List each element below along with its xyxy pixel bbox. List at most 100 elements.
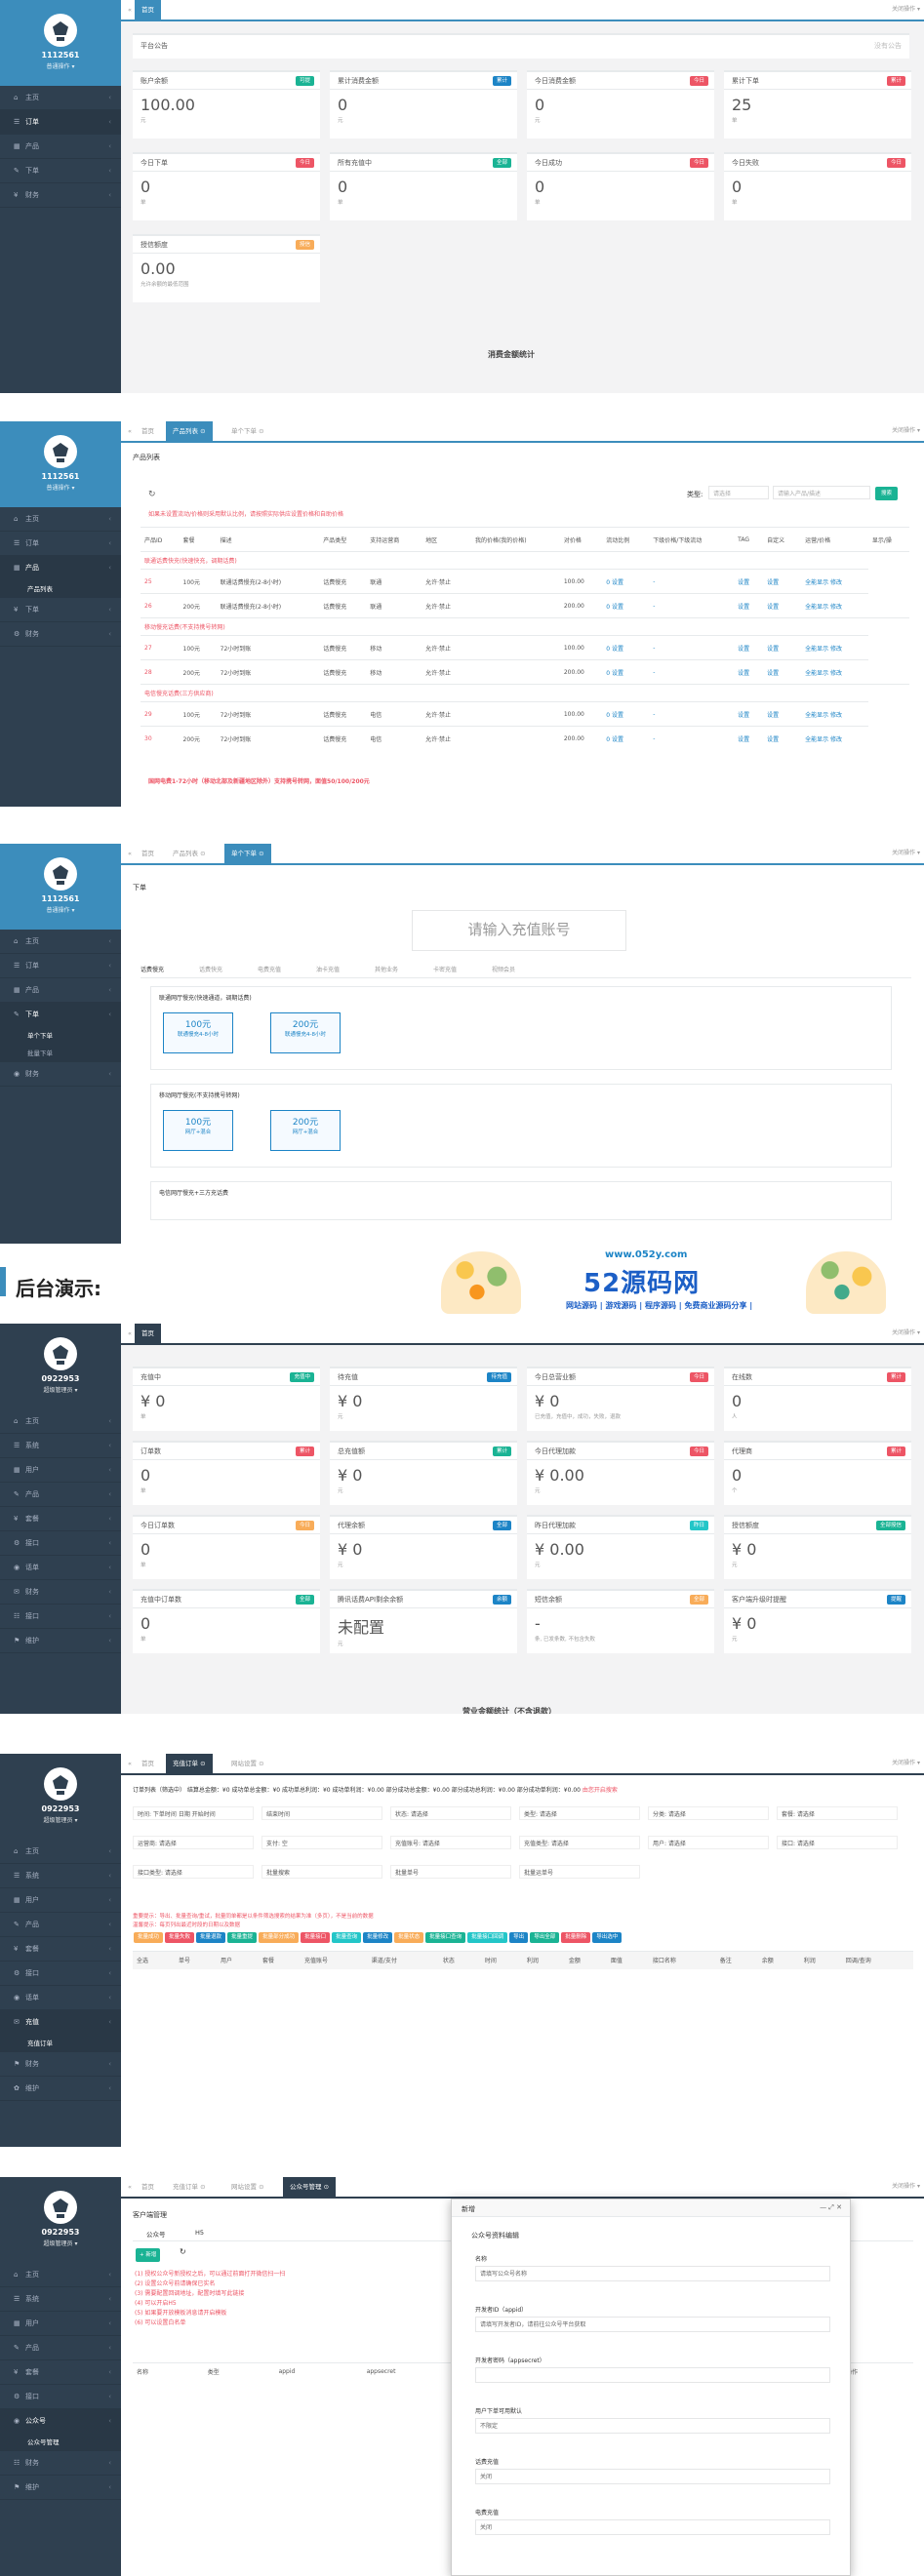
sidebar-item-9[interactable]: ⚑ 维护 ‹ [0,1629,121,1653]
tab-home[interactable]: 首页 [135,1324,161,1343]
table-cell[interactable]: 设置 [734,726,764,751]
filter-field[interactable]: 类型: 请选择 [519,1806,640,1820]
batch-button[interactable]: 批量失败 [165,1932,195,1943]
user-role-menu[interactable]: 超级管理员 ▾ [0,1385,121,1394]
table-cell[interactable]: 0 设置 [602,635,650,660]
filter-field[interactable]: 批量单号 [390,1865,511,1879]
close-tabs-menu[interactable]: 关闭操作 ▾ [892,0,920,20]
tab-0[interactable]: 首页 [135,844,161,863]
product-option[interactable]: 100元 网厅+混合 [163,1110,233,1151]
filter-field[interactable]: 运营商: 请选择 [133,1836,254,1849]
table-cell[interactable]: 全能显示 修改 [801,635,868,660]
sidebar-item-8[interactable]: 充值订单 [0,2035,121,2052]
table-cell[interactable]: 0 设置 [602,726,650,751]
user-role-menu[interactable]: 超级管理员 ▾ [0,2239,121,2247]
sidebar-item-3[interactable]: ✎ 下单 ‹ [0,1003,121,1027]
field-input[interactable]: 请填写开发者ID，请前往公众号平台获取 [475,2317,830,2332]
batch-button[interactable]: 批量重提 [227,1932,258,1943]
sidebar-item-1[interactable]: ☰ 系统 ‹ [0,1434,121,1458]
filter-field[interactable]: 充值类型: 请选择 [519,1836,640,1849]
sidebar-item-3[interactable]: 产品列表 [0,580,121,598]
batch-button[interactable]: 批量修改 [363,1932,393,1943]
batch-button[interactable]: 批量接口 [301,1932,331,1943]
sidebar-item-4[interactable]: ¥ 套餐 ‹ [0,2360,121,2385]
sidebar-item-2[interactable]: ▦ 产品 ‹ [0,978,121,1003]
close-tabs-menu[interactable]: 关闭操作 ▾ [892,1324,920,1343]
sidebar-item-8[interactable]: ☷ 财务 ‹ [0,2451,121,2476]
close-tabs-menu[interactable]: 关闭操作 ▾ [892,1754,920,1773]
tab-1[interactable]: 充值订单 ⊙ [166,2177,213,2197]
sidebar-item-1[interactable]: ☰ 订单 ‹ [0,954,121,978]
tab-0[interactable]: 首页 [135,1754,161,1773]
subtab-5[interactable]: 卡密充值 [433,965,457,973]
table-cell[interactable]: 全能显示 修改 [801,726,868,751]
batch-button[interactable]: 批量退款 [196,1932,226,1943]
sidebar-item-1[interactable]: ☰ 系统 ‹ [0,2287,121,2312]
sidebar-item-9[interactable]: ⚑ 财务 ‹ [0,2052,121,2077]
filter-field[interactable]: 分类: 请选择 [648,1806,769,1820]
table-cell[interactable]: - [649,701,735,727]
table-cell[interactable]: 设置 [763,726,802,751]
field-input[interactable]: 关闭 [475,2519,830,2535]
batch-button[interactable]: 导出选中 [592,1932,623,1943]
refresh-icon[interactable]: ↻ [148,490,156,499]
sidebar-item-0[interactable]: ⌂ 主页 ‹ [0,86,121,110]
tab-0[interactable]: 首页 [135,421,161,441]
batch-button[interactable]: 批量成功 [134,1932,164,1943]
batch-button[interactable]: 批量部分成功 [259,1932,300,1943]
sidebar-item-2[interactable]: ▦ 用户 ‹ [0,1888,121,1913]
filter-field[interactable]: 状态: 请选择 [390,1806,511,1820]
sidebar-item-4[interactable]: ¥ 下单 ‹ [0,598,121,622]
sidebar-item-0[interactable]: ⌂ 主页 ‹ [0,1840,121,1864]
sidebar-item-1[interactable]: ☰ 订单 ‹ [0,110,121,135]
type-select[interactable]: 请选择 [708,486,769,499]
subtab-1[interactable]: H5 [195,2229,204,2237]
sidebar-item-1[interactable]: ☰ 订单 ‹ [0,532,121,556]
sidebar-item-0[interactable]: ⌂ 主页 ‹ [0,507,121,532]
filter-field[interactable]: 结束时间 [261,1806,382,1820]
subtab-1[interactable]: 话费快充 [199,965,222,973]
product-option[interactable]: 100元 联通慢充4-8小时 [163,1012,233,1053]
user-role-menu[interactable]: 普通操作 ▾ [0,61,121,70]
table-cell[interactable]: 设置 [734,701,764,727]
sidebar-item-6[interactable]: ◉ 话单 ‹ [0,1556,121,1580]
batch-button[interactable]: 导出 [509,1932,529,1943]
tab-1[interactable]: 产品列表 ⊙ [166,421,213,441]
sidebar-item-2[interactable]: ▦ 产品 ‹ [0,135,121,159]
keyword-input[interactable]: 请输入产品/描述 [773,486,870,499]
sidebar-item-5[interactable]: 批量下单 [0,1045,121,1062]
sidebar-item-2[interactable]: ▦ 用户 ‹ [0,2312,121,2336]
user-role-menu[interactable]: 超级管理员 ▾ [0,1815,121,1824]
sidebar-item-0[interactable]: ⌂ 主页 ‹ [0,930,121,954]
batch-button[interactable]: 批量接口查询 [425,1932,466,1943]
close-tabs-menu[interactable]: 关闭操作 ▾ [892,2177,920,2197]
field-input[interactable]: 不限定 [475,2418,830,2434]
add-button[interactable]: + 新增 [136,2248,161,2262]
table-cell[interactable]: 设置 [763,569,802,594]
sidebar-item-0[interactable]: ⌂ 主页 ‹ [0,2263,121,2287]
sidebar-item-10[interactable]: ✿ 维护 ‹ [0,2077,121,2101]
batch-button[interactable]: 导出全部 [530,1932,560,1943]
batch-button[interactable]: 批量状态 [394,1932,424,1943]
sidebar-item-3[interactable]: ✎ 产品 ‹ [0,1483,121,1507]
table-cell[interactable]: 0 设置 [602,659,650,685]
sidebar-item-4[interactable]: 单个下单 [0,1027,121,1045]
search-button[interactable]: 搜索 [875,487,899,500]
table-cell[interactable]: 设置 [763,659,802,685]
sidebar-item-4[interactable]: ¥ 财务 ‹ [0,183,121,208]
sidebar-item-7[interactable]: ✉ 财务 ‹ [0,1580,121,1605]
sidebar-item-6[interactable]: ◉ 话单 ‹ [0,1986,121,2010]
field-input[interactable]: 关闭 [475,2469,830,2484]
tab-1[interactable]: 充值订单 ⊙ [166,1754,213,1773]
table-cell[interactable]: 设置 [763,701,802,727]
table-cell[interactable]: - [649,635,735,660]
table-cell[interactable]: - [649,593,735,618]
filter-field[interactable]: 用户: 请选择 [648,1836,769,1849]
table-cell[interactable]: 全能显示 修改 [801,593,868,618]
sidebar-item-5[interactable]: ⚙ 接口 ‹ [0,1962,121,1986]
table-cell[interactable]: 全能显示 修改 [801,701,868,727]
sidebar-item-7[interactable]: ✉ 充值 ‹ [0,2010,121,2035]
tab-3[interactable]: 公众号管理 ⊙ [283,2177,337,2197]
sidebar-item-6[interactable]: ◉ 公众号 ‹ [0,2409,121,2434]
table-cell[interactable]: - [649,569,735,594]
